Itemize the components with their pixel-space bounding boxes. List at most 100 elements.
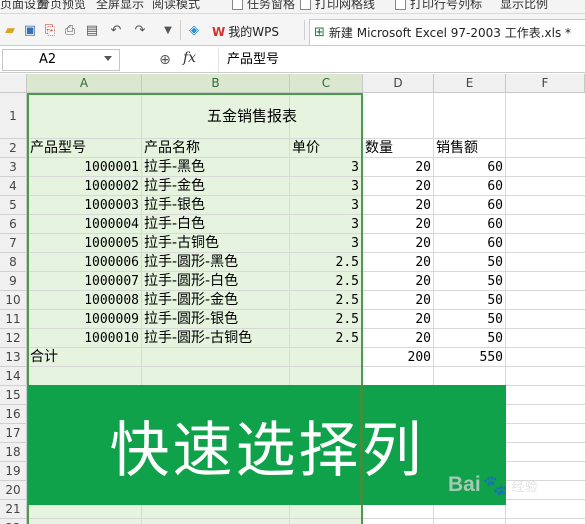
row-header[interactable]: 8 [0,253,27,272]
ribbon-checkbox-gridlines[interactable]: 打印网格线 [300,0,376,13]
caption-text: 快速选择列 [109,415,425,486]
select-all-corner[interactable] [0,74,27,93]
cell-qty[interactable]: 20 [365,272,431,291]
row-header[interactable]: 11 [0,310,27,329]
cell-amount[interactable]: 60 [436,177,503,196]
cell-qty[interactable]: 20 [365,234,431,253]
column-header-e[interactable]: E [434,74,506,93]
row-header[interactable]: 14 [0,367,27,386]
excel-file-icon: ⊞ [314,24,325,40]
cell-amount[interactable]: 60 [436,234,503,253]
cell-amount[interactable]: 50 [436,272,503,291]
checkbox-icon[interactable] [395,0,406,10]
more-dropdown-icon[interactable]: ▼ [160,22,176,38]
ribbon-checkbox-headings[interactable]: 打印行号列标 [395,0,483,13]
undo-icon[interactable]: ↶ [108,22,124,38]
ribbon-item-label: 阅读模式 [152,0,201,11]
name-box-dropdown-icon[interactable] [104,56,112,61]
watermark-brand-suffix: 经验 [511,479,538,495]
cell-qty[interactable]: 20 [365,158,431,177]
cell-qty[interactable]: 20 [365,196,431,215]
open-folder-icon[interactable]: ▰ [2,22,18,38]
column-header-c[interactable]: C [290,74,363,93]
ribbon-item-7[interactable]: 显示比例 [500,0,549,13]
ribbon-item-label: 打印网格线 [315,0,376,11]
cell-qty[interactable]: 20 [365,253,431,272]
checkbox-icon[interactable] [232,0,243,10]
tab-my-wps[interactable]: W 我的WPS [208,19,279,45]
header-cell-qty[interactable]: 数量 [365,139,393,158]
row-header[interactable]: 17 [0,424,27,443]
cell-qty[interactable]: 20 [365,291,431,310]
tab-label: 新建 Microsoft Excel 97-2003 工作表.xls * [328,25,572,40]
row-header[interactable]: 10 [0,291,27,310]
cell-amount[interactable]: 50 [436,310,503,329]
total-amount-cell[interactable]: 550 [436,348,503,367]
total-qty-cell[interactable]: 200 [365,348,431,367]
ribbon-checkbox-task-pane[interactable]: 任务窗格 [232,0,296,13]
redo-icon[interactable]: ↷ [132,22,148,38]
ribbon-item-label: 分页预览 [38,0,87,11]
print-preview-icon[interactable]: ▤ [84,22,100,38]
toolbar-divider [304,20,305,40]
cell-amount[interactable]: 50 [436,253,503,272]
row-header[interactable]: 3 [0,158,27,177]
cell-qty[interactable]: 20 [365,215,431,234]
export-pdf-icon[interactable]: ⎘ [42,22,58,38]
formula-bar: A2 ⊕ fx 产品型号 [0,47,585,73]
toolbar-divider [180,20,181,40]
ribbon-item-label: 显示比例 [500,0,549,11]
row-header[interactable]: 6 [0,215,27,234]
checkbox-icon[interactable] [300,0,311,10]
zoom-icon[interactable]: ⊕ [156,51,174,69]
ribbon-item-label: 打印行号列标 [410,0,483,11]
name-box[interactable]: A2 [2,49,120,71]
row-header[interactable]: 12 [0,329,27,348]
cell-amount[interactable]: 50 [436,329,503,348]
tab-label: 我的WPS [228,25,279,39]
ribbon-strip: 页面设置 分页预览 全屏显示 阅读模式 任务窗格 打印网格线 打印行号列标 显示… [0,0,585,14]
ribbon-item-2[interactable]: 全屏显示 [96,0,144,13]
cell-amount[interactable]: 60 [436,196,503,215]
ribbon-item-3[interactable]: 阅读模式 [152,0,201,13]
row-header[interactable]: 18 [0,443,27,462]
column-header-a[interactable]: A [27,74,142,93]
paw-icon: 🐾 [482,473,508,497]
ribbon-item-1[interactable]: 分页预览 [38,0,87,13]
column-header-f[interactable]: F [506,74,585,93]
ribbon-item-label: 任务窗格 [247,0,296,11]
row-header[interactable]: 13 [0,348,27,367]
cube-icon[interactable]: ◈ [186,22,202,38]
print-icon[interactable]: ⎙ [62,22,78,38]
watermark-brand: Bai [448,473,481,496]
column-header-b[interactable]: B [142,74,290,93]
row-header[interactable]: 22 [0,519,27,524]
cell-qty[interactable]: 20 [365,329,431,348]
row-header[interactable]: 15 [0,386,27,405]
row-header[interactable]: 19 [0,462,27,481]
watermark: Bai 🐾 经验 [448,468,583,502]
cell-amount[interactable]: 60 [436,158,503,177]
function-icon[interactable]: fx [183,50,201,68]
selection-border-edge [360,385,363,505]
row-header[interactable]: 9 [0,272,27,291]
cell-amount[interactable]: 60 [436,215,503,234]
row-header[interactable]: 4 [0,177,27,196]
row-header[interactable]: 1 [0,93,27,139]
row-header[interactable]: 2 [0,139,27,158]
row-header[interactable]: 7 [0,234,27,253]
row-header[interactable]: 16 [0,405,27,424]
caption-banner: 快速选择列 [28,385,506,505]
column-header-d[interactable]: D [363,74,434,93]
cell-amount[interactable]: 50 [436,291,503,310]
formula-input[interactable]: 产品型号 [218,49,583,71]
row-header[interactable]: 21 [0,500,27,519]
wps-logo-icon: W [212,25,226,39]
row-header[interactable]: 20 [0,481,27,500]
header-cell-amount[interactable]: 销售额 [436,139,478,158]
save-icon[interactable]: ▣ [22,22,38,38]
cell-qty[interactable]: 20 [365,177,431,196]
cell-qty[interactable]: 20 [365,310,431,329]
row-header[interactable]: 5 [0,196,27,215]
tab-document[interactable]: ⊞ 新建 Microsoft Excel 97-2003 工作表.xls * [309,19,585,45]
